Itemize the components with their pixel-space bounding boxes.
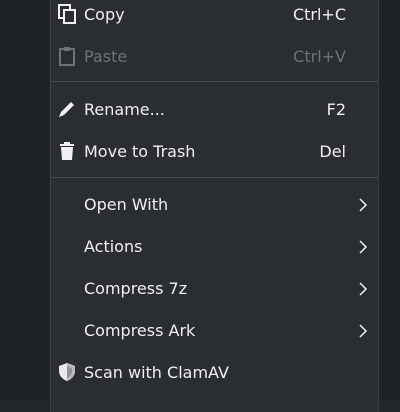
chevron-right-icon (358, 281, 368, 296)
menu-item-shortcut: F2 (326, 99, 346, 119)
menu-item-label: Scan with ClamAV (84, 362, 229, 382)
chevron-right-icon (358, 239, 368, 254)
menu-item-label: Compress Ark (84, 320, 196, 340)
menu-item-label: Actions (84, 236, 143, 256)
menu-item-copy[interactable]: Copy Ctrl+C (51, 0, 378, 35)
context-menu: Copy Ctrl+C Paste Ctrl+V Rename... F2 Mo… (50, 0, 379, 412)
pencil-icon (57, 99, 77, 119)
menu-item-rename[interactable]: Rename... F2 (51, 88, 378, 130)
menu-item-compress-7z[interactable]: Compress 7z (51, 267, 378, 309)
shield-icon (57, 362, 77, 382)
menu-separator (51, 177, 378, 178)
copy-icon (57, 4, 77, 24)
menu-item-open-with[interactable]: Open With (51, 183, 378, 225)
menu-item-paste[interactable]: Paste Ctrl+V (51, 35, 378, 77)
menu-item-label: Open With (84, 194, 169, 214)
menu-separator (51, 81, 378, 82)
menu-item-scan-clamav[interactable]: Scan with ClamAV (51, 351, 378, 393)
menu-item-label: Compress 7z (84, 278, 188, 298)
menu-item-shortcut: Ctrl+V (293, 46, 346, 66)
menu-item-label: Rename... (84, 99, 165, 119)
chevron-right-icon (358, 323, 368, 338)
menu-item-actions[interactable]: Actions (51, 225, 378, 267)
menu-item-label: Copy (84, 4, 125, 24)
menu-item-label: Move to Trash (84, 141, 196, 161)
trash-icon (57, 141, 77, 161)
paste-icon (57, 46, 77, 66)
menu-item-move-to-trash[interactable]: Move to Trash Del (51, 130, 378, 172)
menu-item-shortcut: Ctrl+C (292, 4, 346, 24)
menu-item-shortcut: Del (319, 141, 346, 161)
menu-item-compress-ark[interactable]: Compress Ark (51, 309, 378, 351)
menu-item-label: Paste (84, 46, 128, 66)
chevron-right-icon (358, 197, 368, 212)
